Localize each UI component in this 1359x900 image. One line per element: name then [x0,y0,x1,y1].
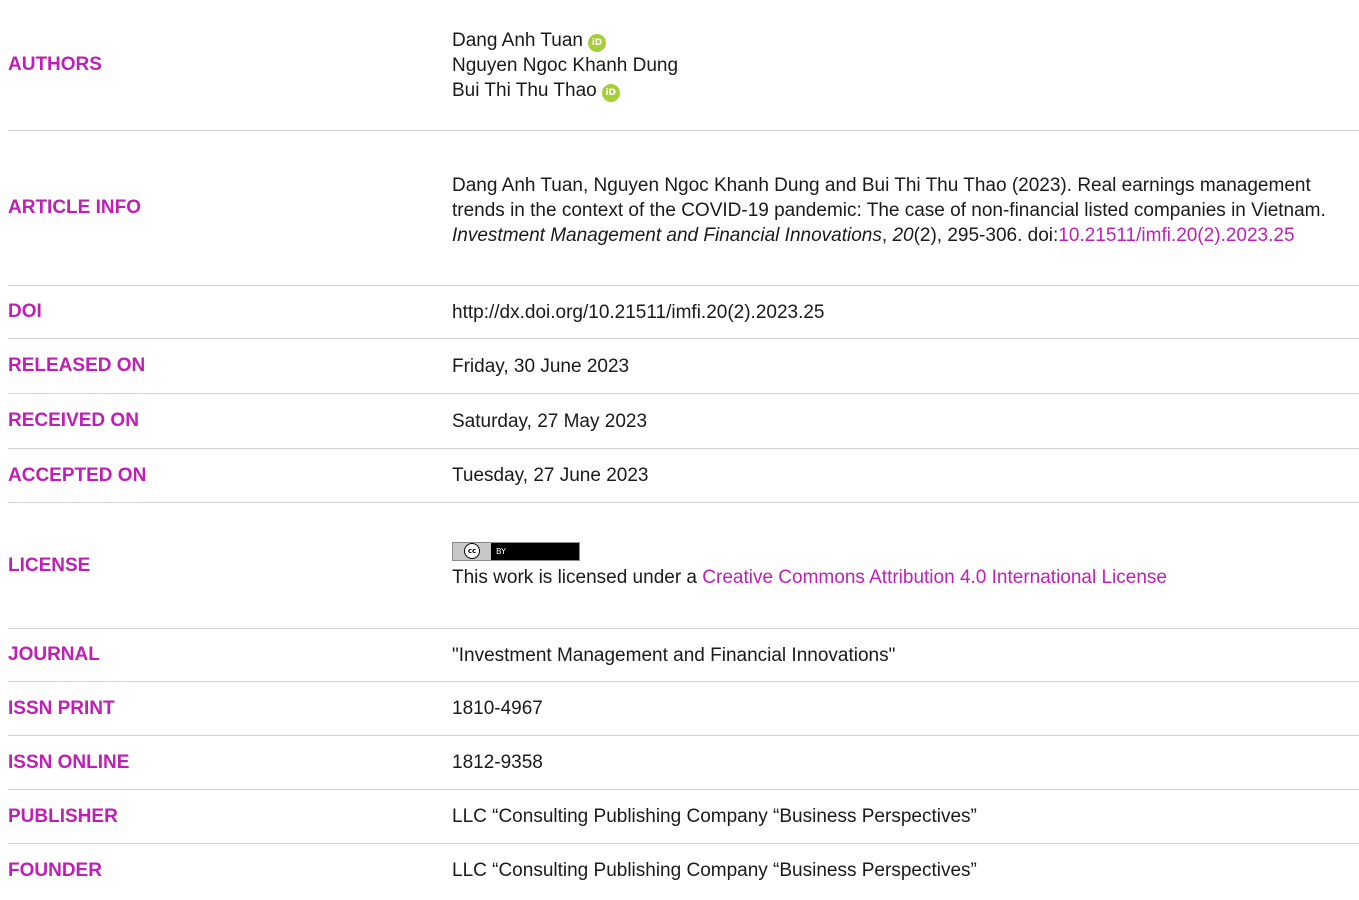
row-released-on: RELEASED ON Friday, 30 June 2023 [8,339,1359,394]
article-info-label: ARTICLE INFO [8,197,141,218]
row-doi: DOI http://dx.doi.org/10.21511/imfi.20(2… [8,286,1359,339]
orcid-icon[interactable]: iD [601,83,620,102]
orcid-icon[interactable]: iD [588,33,606,52]
row-article-info: ARTICLE INFO Dang Anh Tuan, Nguyen Ngoc … [8,131,1359,286]
row-received-on: RECEIVED ON Saturday, 27 May 2023 [8,394,1359,449]
by-icon: BY [496,546,506,556]
founder-label: FOUNDER [8,859,102,881]
released-on-label: RELEASED ON [8,355,146,376]
publisher-label: PUBLISHER [8,805,118,827]
license-value: cc BY This work is licensed under a Crea… [452,503,1353,628]
received-on-label: RECEIVED ON [8,410,139,431]
doi-value: http://dx.doi.org/10.21511/imfi.20(2).20… [452,301,825,323]
license-text: This work is licensed under a [452,566,703,588]
row-publisher: PUBLISHER LLC “Consulting Publishing Com… [8,790,1359,844]
authors-label: AUTHORS [8,54,102,75]
row-issn-online: ISSN ONLINE 1812-9358 [8,736,1359,790]
row-journal: JOURNAL "Investment Management and Finan… [8,629,1359,682]
doi-link[interactable]: 10.21511/imfi.20(2).2023.25 [1058,225,1294,246]
author-name[interactable]: Dang Anh Tuan iD [452,28,1353,53]
authors-list: Dang Anh Tuan iD Nguyen Ngoc Khanh Dung B… [452,0,1353,130]
issn-online-value: 1812-9358 [452,752,543,773]
issn-print-value: 1810-4967 [452,698,543,719]
accepted-on-label: ACCEPTED ON [8,464,147,486]
doi-label: DOI [8,301,42,322]
released-on-value: Friday, 30 June 2023 [452,355,630,377]
cc-by-badge[interactable]: cc BY [452,541,580,561]
author-name[interactable]: Bui Thi Thu Thao iD [452,78,1353,103]
publisher-value: LLC “Consulting Publishing Company “Busi… [452,806,977,827]
journal-label: JOURNAL [8,644,100,665]
citation-volume: 20 [892,224,914,246]
license-label: LICENSE [8,554,91,576]
license-link[interactable]: Creative Commons Attribution 4.0 Interna… [702,567,1167,588]
accepted-on-value: Tuesday, 27 June 2023 [452,465,649,486]
journal-value: "Investment Management and Financial Inn… [452,644,896,666]
row-founder: FOUNDER LLC “Consulting Publishing Compa… [8,844,1359,897]
citation-journal: Investment Management and Financial Inno… [452,224,882,246]
row-license: LICENSE cc BY This work is licensed unde… [8,503,1359,629]
author-name[interactable]: Nguyen Ngoc Khanh Dung [452,53,1353,78]
founder-value: LLC “Consulting Publishing Company “Busi… [452,860,977,881]
row-accepted-on: ACCEPTED ON Tuesday, 27 June 2023 [8,449,1359,503]
citation-text: Dang Anh Tuan, Nguyen Ngoc Khanh Dung an… [452,174,1326,221]
received-on-value: Saturday, 27 May 2023 [452,410,648,432]
issn-print-label: ISSN PRINT [8,697,115,719]
row-issn-print: ISSN PRINT 1810-4967 [8,682,1359,736]
citation: Dang Anh Tuan, Nguyen Ngoc Khanh Dung an… [452,174,1326,246]
cc-icon: cc [464,543,480,559]
issn-online-label: ISSN ONLINE [8,751,130,773]
row-authors: AUTHORS Dang Anh Tuan iD Nguyen Ngoc Khan… [8,0,1359,131]
